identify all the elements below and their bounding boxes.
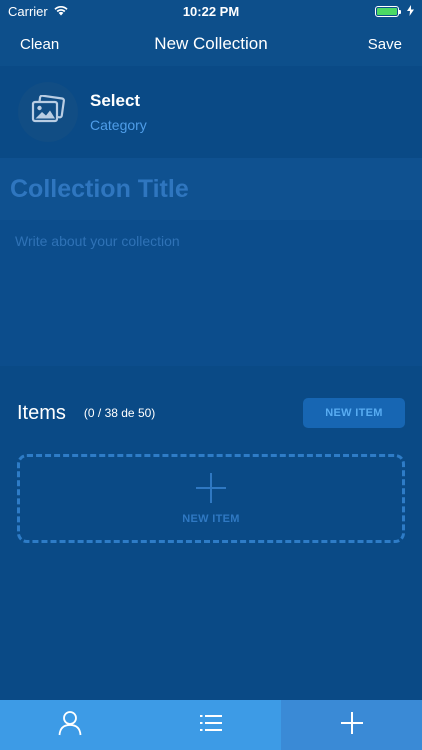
user-icon bbox=[58, 710, 82, 741]
status-bar: Carrier 10:22 PM bbox=[0, 0, 422, 22]
wifi-icon bbox=[53, 4, 69, 19]
category-subtitle: Category bbox=[90, 117, 147, 133]
plus-icon bbox=[196, 472, 226, 503]
category-text: Select Category bbox=[90, 91, 147, 133]
page-title: New Collection bbox=[154, 34, 268, 53]
tab-new-collection[interactable] bbox=[281, 700, 422, 750]
plus-icon bbox=[340, 711, 364, 740]
description-area[interactable]: Write about your collection bbox=[0, 220, 422, 366]
save-button[interactable]: Save bbox=[368, 36, 402, 53]
status-time: 10:22 PM bbox=[182, 3, 240, 19]
items-label: Items bbox=[17, 401, 66, 424]
status-left: Carrier bbox=[8, 4, 118, 19]
images-icon bbox=[31, 94, 65, 130]
status-right bbox=[304, 4, 414, 19]
clean-button[interactable]: Clean bbox=[20, 36, 59, 53]
description-placeholder: Write about your collection bbox=[15, 233, 180, 249]
bolt-icon bbox=[407, 4, 414, 19]
add-item-box[interactable]: NEW ITEM bbox=[17, 454, 405, 543]
items-count: (0 / 38 de 50) bbox=[83, 406, 156, 420]
category-avatar[interactable] bbox=[18, 82, 78, 142]
tab-profile[interactable] bbox=[0, 700, 141, 750]
new-item-button[interactable]: NEW ITEM bbox=[303, 398, 405, 428]
battery-icon bbox=[375, 5, 401, 17]
add-item-label: NEW ITEM bbox=[182, 512, 240, 525]
category-title: Select bbox=[90, 91, 141, 110]
title-row: Collection Title bbox=[0, 158, 422, 220]
items-header: Items (0 / 38 de 50) NEW ITEM bbox=[0, 398, 422, 428]
tab-bar bbox=[0, 700, 422, 750]
tab-collections[interactable] bbox=[141, 700, 282, 750]
list-icon bbox=[199, 713, 223, 738]
category-selector[interactable]: Select Category bbox=[0, 66, 422, 158]
collection-title-input[interactable]: Collection Title bbox=[10, 175, 422, 204]
navigation-bar: New Collection Clean Save bbox=[0, 22, 422, 66]
carrier-label: Carrier bbox=[8, 3, 48, 19]
